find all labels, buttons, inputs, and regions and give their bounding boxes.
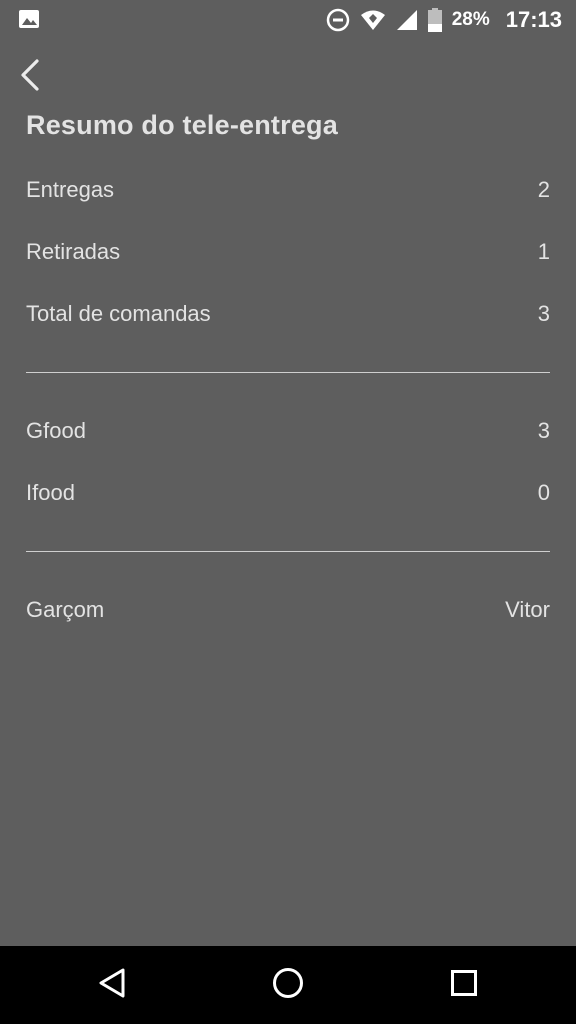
battery-percent: 28% <box>451 9 490 30</box>
row-value: 2 <box>537 177 550 202</box>
image-icon <box>18 9 40 29</box>
back-button[interactable] <box>18 52 58 102</box>
waiter-section: Garçom Vitor <box>26 579 550 641</box>
nav-back-button[interactable] <box>92 965 132 1005</box>
nav-home-button[interactable] <box>268 965 308 1005</box>
signal-icon <box>396 9 418 31</box>
page-title: Resumo do tele-entrega <box>26 110 338 140</box>
divider <box>26 372 550 373</box>
waiter-label: Garçom <box>26 597 105 622</box>
back-triangle-icon <box>98 967 126 1004</box>
row-value: 3 <box>537 301 550 326</box>
navigation-bar <box>0 946 576 1024</box>
summary-row-total-comandas: Total de comandas 3 <box>26 283 550 345</box>
status-indicators: 28% 17:13 <box>326 0 562 40</box>
home-circle-icon <box>272 967 304 1004</box>
waiter-value: Vitor <box>505 597 550 622</box>
row-label: Total de comandas <box>26 301 211 326</box>
status-time: 17:13 <box>505 7 562 32</box>
app-screen: 28% 17:13 Resumo do tele-entrega Entrega… <box>0 0 576 1024</box>
recents-square-icon <box>450 969 478 1002</box>
platform-row-ifood: Ifood 0 <box>26 462 550 524</box>
battery-icon <box>427 8 442 32</box>
row-value: 1 <box>537 239 550 264</box>
summary-row-retiradas: Retiradas 1 <box>26 221 550 283</box>
summary-row-entregas: Entregas 2 <box>26 159 550 221</box>
chevron-left-icon <box>18 58 42 97</box>
dnd-icon <box>326 8 350 32</box>
platform-row-gfood: Gfood 3 <box>26 400 550 462</box>
wifi-icon <box>360 9 386 31</box>
row-label: Entregas <box>26 177 115 202</box>
row-label: Ifood <box>26 480 75 505</box>
waiter-row: Garçom Vitor <box>26 579 550 641</box>
row-label: Gfood <box>26 418 86 443</box>
nav-recents-button[interactable] <box>444 965 484 1005</box>
row-value: 0 <box>537 480 550 505</box>
status-bar: 28% 17:13 <box>0 0 576 40</box>
divider <box>26 551 550 552</box>
platforms-section: Gfood 3 Ifood 0 <box>26 400 550 524</box>
row-value: 3 <box>537 418 550 443</box>
row-label: Retiradas <box>26 239 121 264</box>
summary-section: Entregas 2 Retiradas 1 Total de comandas… <box>26 159 550 345</box>
